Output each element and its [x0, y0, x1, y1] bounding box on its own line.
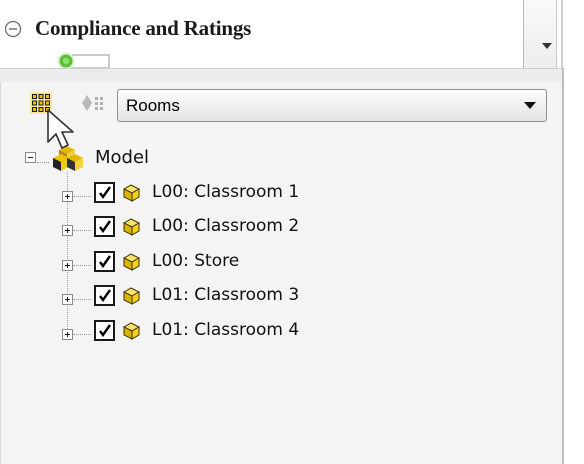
visibility-checkbox[interactable]: [94, 251, 115, 272]
expand-toggle[interactable]: [62, 260, 73, 271]
view-type-select[interactable]: Rooms: [117, 89, 547, 122]
model-tree-panel: [0, 82, 562, 464]
compliance-section: Compliance and Ratings: [0, 0, 556, 68]
expand-toggle[interactable]: [62, 225, 73, 236]
tree-connector: [73, 265, 91, 266]
group-by-button[interactable]: [78, 87, 110, 119]
room-icon: [123, 253, 140, 271]
mouse-cursor-icon: [47, 109, 74, 149]
tree-item-label: L00: Store: [152, 251, 240, 271]
tree-item-label: L00: Classroom 1: [152, 182, 300, 202]
tree-connector: [73, 230, 91, 231]
panel-divider: [0, 68, 562, 82]
chevron-down-icon[interactable]: [541, 42, 553, 50]
tree-item-label: L00: Classroom 2: [152, 216, 300, 236]
visibility-checkbox[interactable]: [94, 216, 115, 237]
room-icon: [123, 184, 140, 202]
panel-border: [0, 82, 1, 464]
section-title: Compliance and Ratings: [35, 16, 252, 40]
room-icon: [123, 218, 140, 236]
expand-toggle[interactable]: [62, 329, 73, 340]
checkmark-icon: [99, 220, 111, 234]
tree-connector: [37, 162, 49, 163]
expand-toggle[interactable]: [62, 191, 73, 202]
room-icon: [123, 322, 140, 340]
checkmark-icon: [99, 255, 111, 269]
tree-connector: [73, 196, 91, 197]
checkmark-icon: [99, 289, 111, 303]
checkmark-icon: [99, 324, 111, 338]
edge-line: [562, 68, 564, 464]
tree-connector: [73, 334, 91, 335]
tree-connector: [73, 299, 91, 300]
expand-toggle[interactable]: [62, 294, 73, 305]
room-icon: [123, 287, 140, 305]
section-scrollbar[interactable]: [523, 0, 556, 68]
toggle-switch[interactable]: [53, 52, 111, 68]
tree-item-label: L01: Classroom 4: [152, 320, 300, 340]
collapse-circle-icon[interactable]: [4, 20, 22, 38]
collapse-toggle[interactable]: [25, 152, 36, 163]
visibility-checkbox[interactable]: [94, 320, 115, 341]
edge-line: [561, 0, 563, 68]
checkmark-icon: [99, 186, 111, 200]
tree-item-label: L01: Classroom 3: [152, 285, 300, 305]
visibility-checkbox[interactable]: [94, 182, 115, 203]
visibility-checkbox[interactable]: [94, 285, 115, 306]
edge-line: [556, 0, 557, 68]
group-by-icon: [82, 95, 103, 111]
tree-root-label[interactable]: Model: [95, 147, 149, 168]
chevron-down-icon: [524, 102, 536, 109]
select-value: Rooms: [126, 96, 180, 115]
